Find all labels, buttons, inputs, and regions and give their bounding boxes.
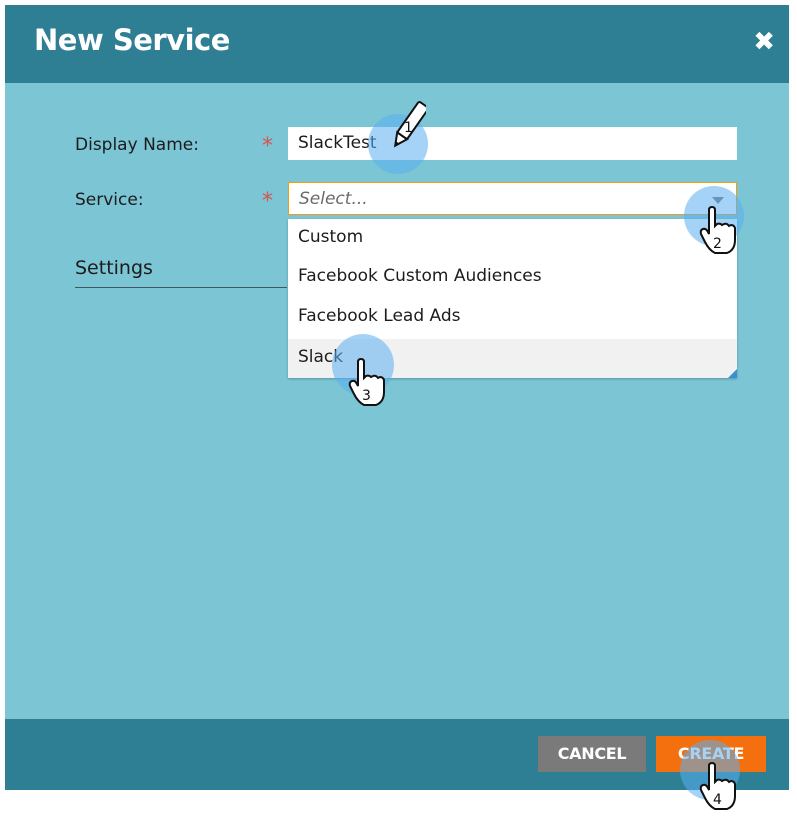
dropdown-option-facebook-lead-ads[interactable]: Facebook Lead Ads xyxy=(288,298,737,337)
display-name-input[interactable]: SlackTest xyxy=(288,127,737,160)
close-icon[interactable]: ✖ xyxy=(753,29,775,55)
required-asterisk: * xyxy=(262,134,273,159)
settings-heading: Settings xyxy=(75,257,153,279)
resize-handle-icon[interactable] xyxy=(728,369,737,378)
service-select[interactable]: Select... xyxy=(288,182,737,215)
service-select-placeholder: Select... xyxy=(299,189,368,209)
callout-number: 1 xyxy=(404,120,413,136)
hand-cursor-icon: 4 xyxy=(699,762,736,810)
pencil-cursor-icon: 1 xyxy=(393,101,426,148)
dialog-title: New Service xyxy=(34,23,230,57)
cancel-button[interactable]: CANCEL xyxy=(538,736,646,772)
dropdown-option-facebook-custom-audiences[interactable]: Facebook Custom Audiences xyxy=(288,258,737,297)
hand-cursor-icon: 2 xyxy=(699,206,736,254)
callout-number: 3 xyxy=(362,388,371,404)
required-asterisk: * xyxy=(262,189,273,214)
settings-divider xyxy=(75,287,287,288)
service-label: Service: xyxy=(75,190,144,210)
dropdown-option-custom[interactable]: Custom xyxy=(288,219,737,258)
callout-number: 2 xyxy=(713,236,722,252)
dialog-header: New Service ✖ xyxy=(5,5,789,83)
callout-number: 4 xyxy=(713,792,722,808)
display-name-label: Display Name: xyxy=(75,135,199,155)
hand-cursor-icon: 3 xyxy=(348,358,385,406)
